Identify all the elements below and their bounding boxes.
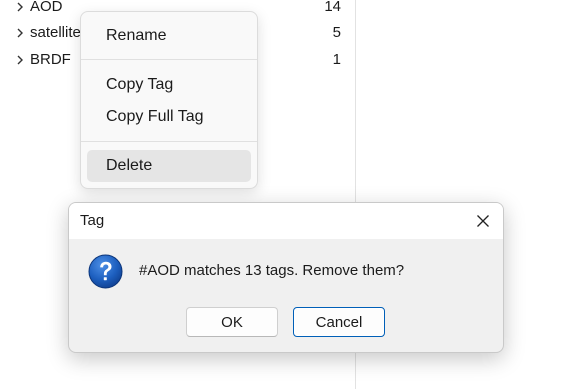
menu-item-rename[interactable]: Rename [87, 20, 251, 52]
close-icon[interactable] [463, 203, 503, 239]
chevron-right-icon[interactable] [14, 0, 26, 19]
menu-item-delete[interactable]: Delete [87, 150, 251, 182]
tag-name: BRDF [30, 51, 71, 68]
menu-separator [81, 59, 257, 60]
chevron-right-icon[interactable] [14, 48, 26, 72]
tag-count: 1 [332, 51, 341, 68]
menu-separator [81, 141, 257, 142]
tag-count: 5 [332, 24, 341, 41]
tag-name: satellite [30, 24, 81, 41]
dialog-titlebar[interactable]: Tag [69, 203, 503, 239]
menu-item-copy-tag[interactable]: Copy Tag [87, 69, 251, 101]
chevron-right-icon[interactable] [14, 21, 26, 45]
ok-button[interactable]: OK [186, 307, 278, 337]
dialog-message: #AOD matches 13 tags. Remove them? [139, 262, 405, 279]
tag-count: 14 [324, 0, 341, 15]
context-menu: Rename Copy Tag Copy Full Tag Delete [80, 11, 258, 189]
confirm-dialog: Tag #AOD matches 13 tags. Remove them? O… [68, 202, 504, 353]
dialog-title: Tag [80, 212, 105, 229]
question-icon [88, 254, 123, 289]
cancel-button[interactable]: Cancel [293, 307, 385, 337]
tag-name: AOD [30, 0, 63, 15]
menu-item-copy-full-tag[interactable]: Copy Full Tag [87, 101, 251, 133]
